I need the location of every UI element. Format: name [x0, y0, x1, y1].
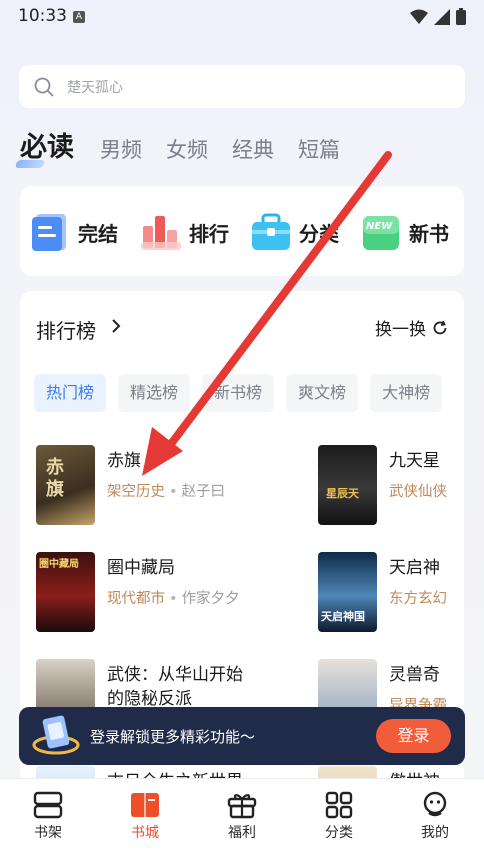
gift-icon — [227, 794, 257, 819]
login-promo-icon — [32, 715, 80, 755]
login-banner-text: 登录解锁更多精彩功能～ — [90, 728, 256, 746]
status-time: 10:33 — [18, 6, 67, 26]
nav-label: 分类 — [325, 825, 353, 841]
list-item[interactable]: 圈中藏局 圈中藏局 现代都市 • 作家夕夕 — [36, 552, 240, 634]
tab-male[interactable]: 男频 — [100, 134, 142, 164]
login-banner: 登录解锁更多精彩功能～ 登录 — [19, 707, 465, 765]
book-title: 赤旗 — [107, 451, 141, 471]
bookshelf-icon — [33, 791, 63, 819]
book-cover: 圈中藏局 — [36, 552, 95, 632]
category-grid-icon — [325, 791, 353, 819]
tab-classic[interactable]: 经典 — [232, 134, 274, 164]
nav-label: 书架 — [34, 825, 62, 841]
battery-icon — [456, 8, 466, 25]
category-label: 排行 — [189, 221, 229, 246]
book-title: 九天星 — [389, 451, 440, 471]
chip-hot[interactable]: 热门榜 — [34, 374, 107, 412]
new-book-icon: NEW — [361, 212, 401, 252]
chip-selected[interactable]: 精选榜 — [118, 374, 191, 412]
list-item[interactable]: 赤旗 赤旗 架空历史 • 赵子曰 — [36, 445, 236, 527]
channel-tabs: 必读 男频 女频 经典 短篇 — [20, 124, 364, 164]
chevron-right-icon[interactable] — [111, 318, 121, 334]
nav-label: 我的 — [421, 825, 449, 841]
nav-welfare[interactable]: 福利 — [212, 791, 272, 842]
book-title: 圈中藏局 — [107, 558, 175, 578]
wifi-icon — [410, 9, 428, 24]
ranking-title[interactable]: 排行榜 — [36, 315, 96, 344]
chip-new[interactable]: 新书榜 — [202, 374, 275, 412]
book-genre: 架空历史 — [107, 484, 165, 500]
category-label: 分类 — [299, 221, 339, 246]
book-cover: 赤旗 — [36, 445, 95, 525]
book-genre: 东方玄幻 — [389, 591, 447, 607]
book-title: 灵兽奇 — [389, 665, 440, 685]
toolbox-icon — [251, 212, 291, 252]
refresh-button[interactable]: 换一换 — [375, 315, 448, 340]
list-item[interactable]: 天启神国 天启神 东方玄幻 — [318, 552, 464, 634]
nav-label: 福利 — [228, 825, 256, 841]
category-label: 完结 — [78, 221, 118, 246]
book-title: 天启神 — [389, 558, 440, 578]
chip-cool[interactable]: 爽文榜 — [286, 374, 359, 412]
refresh-icon — [433, 320, 447, 334]
signal-icon — [434, 8, 450, 25]
search-input[interactable]: 楚天孤心 — [19, 65, 465, 108]
search-icon — [34, 77, 54, 97]
nav-category[interactable]: 分类 — [309, 791, 369, 842]
category-complete[interactable]: 完结 — [30, 210, 118, 254]
book-author: 赵子曰 — [181, 484, 226, 500]
search-placeholder: 楚天孤心 — [67, 80, 123, 96]
book-cover: 星辰天 — [318, 445, 377, 525]
tab-must-read[interactable]: 必读 — [20, 125, 74, 164]
ranking-chips: 热门榜 精选榜 新书榜 爽文榜 大神榜 — [34, 374, 443, 412]
book-complete-icon — [30, 212, 70, 252]
nav-mine[interactable]: 我的 — [405, 791, 465, 842]
book-cover: 天启神国 — [318, 552, 377, 632]
chip-master[interactable]: 大神榜 — [370, 374, 443, 412]
bookstore-icon — [131, 793, 159, 817]
category-new[interactable]: NEW 新书 — [361, 210, 449, 254]
nav-bookstore[interactable]: 书城 — [115, 791, 175, 842]
category-label: 新书 — [409, 221, 449, 246]
category-ranking[interactable]: 排行 — [141, 210, 229, 254]
bottom-nav: 书架 书城 福利 分类 我的 — [0, 778, 484, 861]
category-classify[interactable]: 分类 — [251, 210, 339, 254]
ranking-bars-icon — [141, 212, 181, 252]
category-card: 完结 排行 分类 NEW 新书 — [20, 186, 464, 276]
tab-female[interactable]: 女频 — [166, 134, 208, 164]
notification-icon: A — [73, 11, 85, 23]
status-bar: 10:33 A — [0, 0, 484, 34]
book-genre: 武侠仙侠 — [389, 484, 447, 500]
book-title: 武侠：从华山开始 — [107, 665, 243, 685]
book-author: 作家夕夕 — [181, 591, 240, 607]
nav-label: 书城 — [131, 825, 159, 841]
login-button[interactable]: 登录 — [376, 719, 451, 753]
nav-bookshelf[interactable]: 书架 — [18, 791, 78, 842]
book-genre: 现代都市 — [107, 591, 165, 607]
profile-icon — [423, 791, 447, 817]
refresh-label: 换一换 — [375, 320, 426, 340]
tab-short[interactable]: 短篇 — [298, 134, 340, 164]
list-item[interactable]: 星辰天 九天星 武侠仙侠 — [318, 445, 464, 527]
